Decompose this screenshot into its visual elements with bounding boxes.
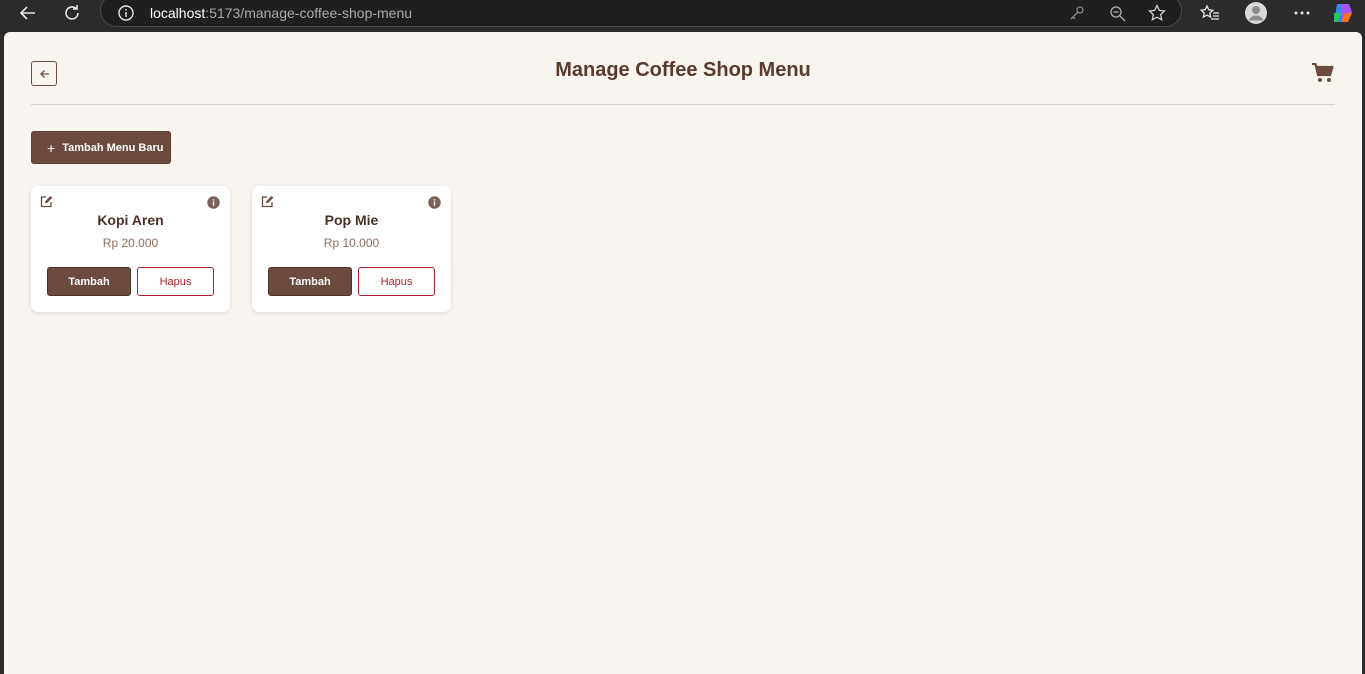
page-title: Manage Coffee Shop Menu: [555, 59, 811, 81]
tambah-button[interactable]: Tambah: [268, 267, 352, 296]
copilot-icon[interactable]: [1331, 2, 1355, 24]
tambah-button[interactable]: Tambah: [47, 267, 131, 296]
address-bar[interactable]: localhost:5173/manage-coffee-shop-menu: [100, 0, 1182, 27]
menu-item-name: Pop Mie: [324, 212, 379, 228]
menu-card: Kopi Aren Rp 20.000 Tambah Hapus: [31, 186, 230, 312]
more-icon[interactable]: [1290, 2, 1314, 24]
star-icon[interactable]: [1147, 4, 1167, 22]
site-info-icon[interactable]: [117, 4, 135, 22]
page-viewport: Manage Coffee Shop Menu + Tambah Menu Ba…: [4, 32, 1362, 674]
edit-icon[interactable]: [261, 195, 274, 208]
url-path: :5173/manage-coffee-shop-menu: [205, 5, 413, 21]
plus-icon: +: [47, 139, 56, 156]
info-icon[interactable]: [428, 196, 441, 209]
page-header: Manage Coffee Shop Menu: [31, 32, 1335, 105]
key-icon[interactable]: [1067, 4, 1087, 22]
reload-icon[interactable]: [60, 2, 84, 24]
menu-card: Pop Mie Rp 10.000 Tambah Hapus: [252, 186, 451, 312]
edit-icon[interactable]: [40, 195, 53, 208]
cart-button[interactable]: [1311, 62, 1335, 84]
info-icon[interactable]: [207, 196, 220, 209]
add-new-menu-label: Tambah Menu Baru: [62, 141, 164, 154]
favorites-icon[interactable]: [1198, 2, 1222, 24]
hapus-button[interactable]: Hapus: [358, 267, 435, 296]
add-new-menu-button[interactable]: + Tambah Menu Baru: [31, 131, 171, 164]
browser-toolbar: localhost:5173/manage-coffee-shop-menu: [0, 0, 1365, 27]
menu-item-name: Kopi Aren: [97, 212, 164, 228]
cart-icon: [1312, 63, 1334, 82]
zoom-out-icon[interactable]: [1107, 4, 1127, 22]
url-host: localhost: [150, 5, 206, 21]
profile-icon[interactable]: [1244, 2, 1268, 24]
menu-item-price: Rp 20.000: [102, 236, 159, 250]
menu-item-price: Rp 10.000: [323, 236, 380, 250]
hapus-button[interactable]: Hapus: [137, 267, 214, 296]
browser-back-icon[interactable]: [16, 2, 40, 24]
url-text[interactable]: localhost:5173/manage-coffee-shop-menu: [150, 5, 412, 21]
